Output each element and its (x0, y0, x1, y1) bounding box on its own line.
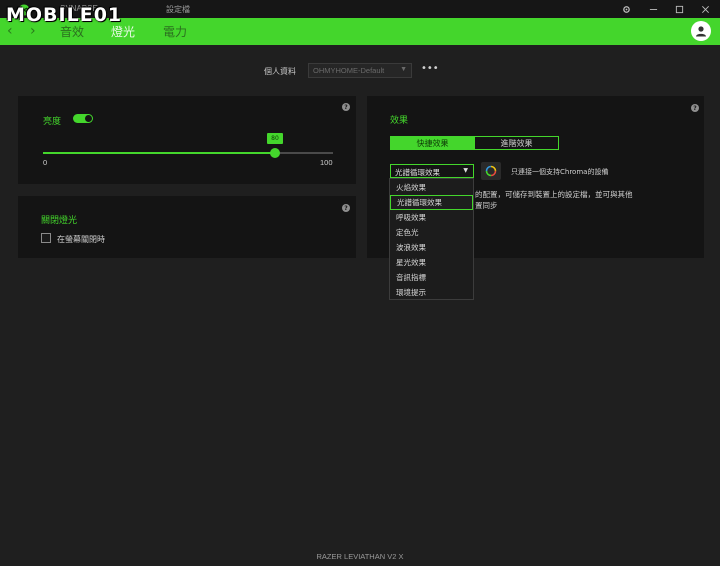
device-name: RAZER LEVIATHAN V2 X (316, 552, 404, 561)
effect-dropdown-menu: 火焰效果 光譜循環效果 呼吸效果 定色光 波浪效果 星光效果 音訊指標 環境提示 (389, 178, 474, 300)
effect-option-fire[interactable]: 火焰效果 (390, 180, 473, 195)
effects-description-line1: 的配置，可儲存到裝置上的設定檔，並可與其他 (475, 190, 633, 199)
watermark-text: MOBILE01 (6, 4, 123, 26)
tab-quick-effects[interactable]: 快捷效果 (390, 136, 475, 150)
chroma-device-label: 只連接一個支持Chroma的設備 (511, 168, 609, 176)
brightness-panel (18, 96, 356, 184)
chroma-icon (485, 165, 497, 177)
effect-select[interactable]: 光譜循環效果 ▼ (390, 164, 474, 178)
help-icon[interactable]: ? (342, 204, 350, 212)
tab-power[interactable]: 電力 (163, 23, 187, 40)
effect-select-value: 光譜循環效果 (395, 168, 440, 177)
slider-max-label: 100 (320, 158, 333, 167)
titlebar-tab-profiles[interactable]: 設定檔 (166, 4, 190, 15)
effects-title: 效果 (390, 116, 409, 126)
tab-advanced-effects[interactable]: 進階效果 (474, 136, 559, 150)
help-icon[interactable]: ? (691, 104, 699, 112)
effect-option-audio-meter[interactable]: 音訊指標 (390, 270, 473, 285)
help-icon[interactable]: ? (342, 103, 350, 111)
chevron-down-icon: ▼ (400, 66, 407, 73)
more-options-icon[interactable]: ••• (421, 63, 439, 74)
effect-option-spectrum-cycling[interactable]: 光譜循環效果 (390, 195, 473, 210)
user-icon (696, 26, 706, 37)
maximize-icon[interactable] (672, 2, 686, 16)
avatar[interactable] (691, 21, 711, 41)
brightness-slider[interactable] (43, 148, 333, 158)
slider-thumb[interactable] (270, 148, 280, 158)
toggle-knob (85, 115, 92, 122)
close-icon[interactable] (698, 2, 712, 16)
effect-option-starlight[interactable]: 星光效果 (390, 255, 473, 270)
effects-description-line2: 置同步 (475, 201, 498, 210)
effect-option-ambient-awareness[interactable]: 環境提示 (390, 285, 473, 300)
gear-icon[interactable] (619, 2, 633, 16)
slider-fill (43, 152, 275, 154)
screen-off-label: 在螢幕關閉時 (57, 235, 105, 244)
profile-label: 個人資料 (264, 67, 296, 76)
effect-option-wave[interactable]: 波浪效果 (390, 240, 473, 255)
profile-select-value: OHMYHOME-Default (313, 66, 385, 75)
chroma-button[interactable] (481, 162, 501, 180)
screen-off-checkbox[interactable] (41, 233, 51, 243)
lighting-off-title: 關閉燈光 (41, 216, 78, 226)
slider-min-label: 0 (43, 158, 48, 167)
brightness-title: 亮度 (43, 117, 62, 127)
watermark-logo: MOBILE01 (6, 2, 122, 28)
lighting-off-panel (18, 196, 356, 258)
caret-down-icon: ▼ (463, 167, 468, 174)
minimize-icon[interactable] (646, 2, 660, 16)
profile-select[interactable]: OHMYHOME-Default ▼ (308, 63, 412, 78)
effect-option-static[interactable]: 定色光 (390, 225, 473, 240)
brightness-toggle[interactable] (73, 114, 93, 123)
effect-option-breathing[interactable]: 呼吸效果 (390, 210, 473, 225)
slider-value-bubble: 80 (267, 133, 283, 144)
